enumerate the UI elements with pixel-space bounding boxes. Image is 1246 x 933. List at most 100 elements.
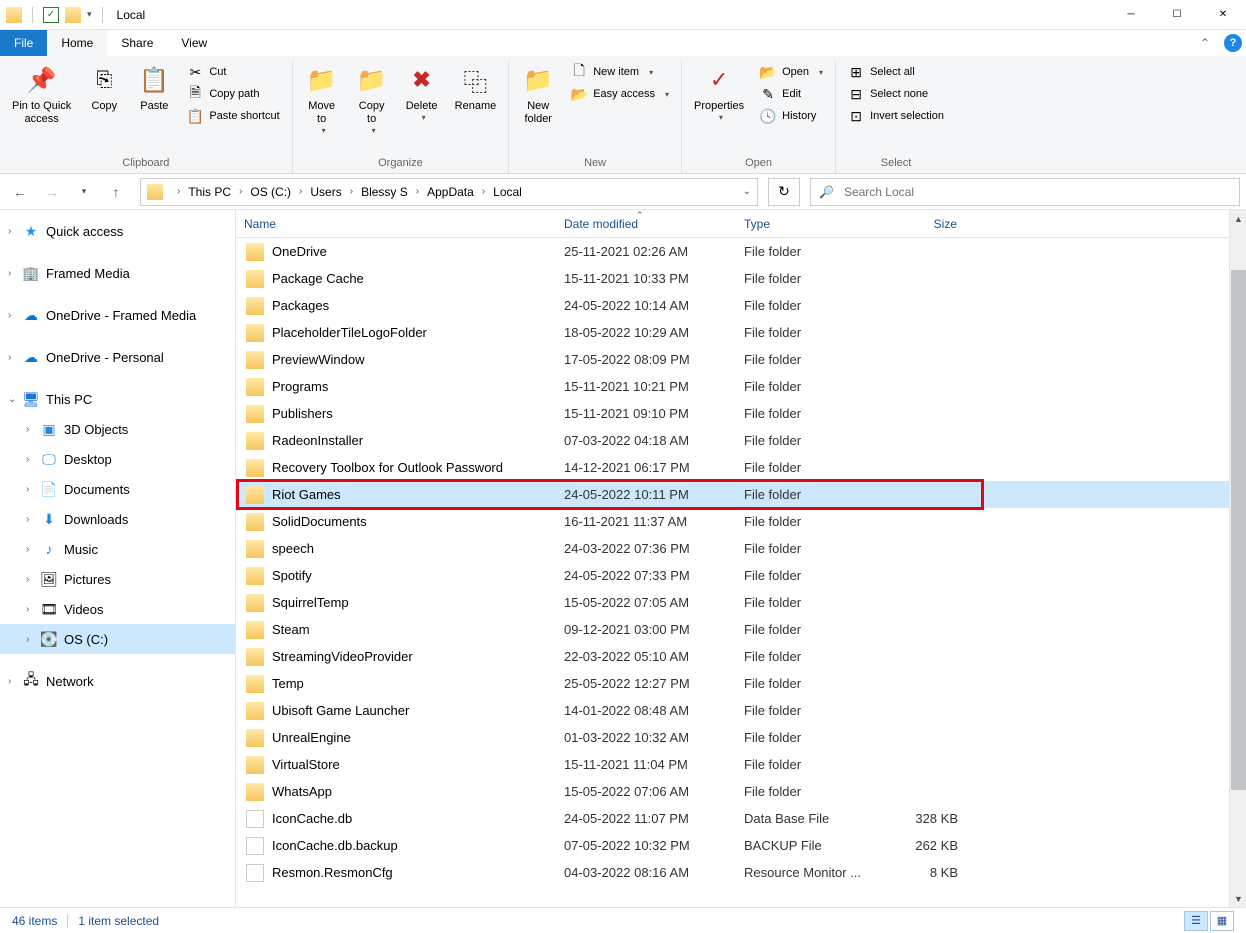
scroll-thumb[interactable] <box>1231 270 1246 790</box>
maximize-button[interactable]: ☐ <box>1154 0 1200 30</box>
copy-to-button[interactable]: Copy to <box>349 60 395 139</box>
qat-checkbox-icon[interactable]: ✓ <box>43 7 59 23</box>
breadcrumb[interactable]: Local <box>491 185 524 199</box>
table-row[interactable]: Package Cache15-11-2021 10:33 PMFile fol… <box>236 265 1229 292</box>
view-details-button[interactable]: ☰ <box>1184 911 1208 931</box>
refresh-button[interactable]: ↻ <box>768 178 800 206</box>
table-row[interactable]: Temp25-05-2022 12:27 PMFile folder <box>236 670 1229 697</box>
column-size[interactable]: Size <box>886 210 966 237</box>
close-button[interactable]: ✕ <box>1200 0 1246 30</box>
tree-pictures[interactable]: ›🖼Pictures <box>0 564 235 594</box>
tree-desktop[interactable]: ›🖵Desktop <box>0 444 235 474</box>
table-row[interactable]: VirtualStore15-11-2021 11:04 PMFile fold… <box>236 751 1229 778</box>
tree-quick-access[interactable]: ›★Quick access <box>0 216 235 246</box>
chevron-right-icon[interactable]: › <box>476 186 491 197</box>
search-input[interactable] <box>844 185 1231 199</box>
table-row[interactable]: Spotify24-05-2022 07:33 PMFile folder <box>236 562 1229 589</box>
chevron-right-icon[interactable]: › <box>171 186 186 197</box>
chevron-right-icon[interactable]: › <box>344 186 359 197</box>
chevron-right-icon[interactable]: › <box>293 186 308 197</box>
breadcrumb[interactable]: OS (C:) <box>248 185 293 199</box>
column-date[interactable]: Date modified <box>556 210 736 237</box>
move-to-button[interactable]: Move to <box>299 60 345 139</box>
table-row[interactable]: Publishers15-11-2021 09:10 PMFile folder <box>236 400 1229 427</box>
table-row[interactable]: IconCache.db24-05-2022 11:07 PMData Base… <box>236 805 1229 832</box>
vertical-scrollbar[interactable]: ▲ ▼ <box>1229 210 1246 907</box>
scroll-up-icon[interactable]: ▲ <box>1230 210 1246 227</box>
new-item-button[interactable]: New item <box>565 62 675 82</box>
table-row[interactable]: PreviewWindow17-05-2022 08:09 PMFile fol… <box>236 346 1229 373</box>
search-box[interactable]: 🔍 <box>810 178 1240 206</box>
edit-button[interactable]: Edit <box>754 84 829 104</box>
new-folder-button[interactable]: New folder <box>515 60 561 130</box>
pin-to-quick-access-button[interactable]: Pin to Quick access <box>6 60 77 130</box>
delete-button[interactable]: Delete <box>399 60 445 126</box>
breadcrumb[interactable]: Blessy S <box>359 185 410 199</box>
cut-button[interactable]: Cut <box>181 62 285 82</box>
tree-downloads[interactable]: ›⬇Downloads <box>0 504 235 534</box>
list-rows[interactable]: OneDrive25-11-2021 02:26 AMFile folderPa… <box>236 238 1229 907</box>
breadcrumb[interactable]: AppData <box>425 185 476 199</box>
table-row[interactable]: Recovery Toolbox for Outlook Password14-… <box>236 454 1229 481</box>
address-bar[interactable]: › This PC › OS (C:) › Users › Blessy S ›… <box>140 178 758 206</box>
tree-onedrive-framed[interactable]: ›☁OneDrive - Framed Media <box>0 300 235 330</box>
invert-selection-button[interactable]: Invert selection <box>842 106 950 126</box>
table-row[interactable]: SquirrelTemp15-05-2022 07:05 AMFile fold… <box>236 589 1229 616</box>
table-row[interactable]: SolidDocuments16-11-2021 11:37 AMFile fo… <box>236 508 1229 535</box>
table-row[interactable]: speech24-03-2022 07:36 PMFile folder <box>236 535 1229 562</box>
breadcrumb[interactable]: Users <box>308 185 343 199</box>
chevron-right-icon[interactable]: › <box>233 186 248 197</box>
tree-videos[interactable]: ›🎞Videos <box>0 594 235 624</box>
tree-framed-media[interactable]: ›🏢Framed Media <box>0 258 235 288</box>
tree-this-pc[interactable]: ⌄🖥This PC <box>0 384 235 414</box>
table-row[interactable]: Programs15-11-2021 10:21 PMFile folder <box>236 373 1229 400</box>
up-button[interactable]: ↑ <box>102 178 130 206</box>
tree-documents[interactable]: ›📄Documents <box>0 474 235 504</box>
table-row[interactable]: Packages24-05-2022 10:14 AMFile folder <box>236 292 1229 319</box>
table-row[interactable]: Resmon.ResmonCfg04-03-2022 08:16 AMResou… <box>236 859 1229 886</box>
open-button[interactable]: Open <box>754 62 829 82</box>
tab-view[interactable]: View <box>167 30 221 56</box>
back-button[interactable]: ← <box>6 178 34 206</box>
tree-onedrive-personal[interactable]: ›☁OneDrive - Personal <box>0 342 235 372</box>
tab-home[interactable]: Home <box>47 30 107 56</box>
tree-3d-objects[interactable]: ›▣3D Objects <box>0 414 235 444</box>
recent-dropdown[interactable]: ▾ <box>70 178 98 206</box>
table-row[interactable]: Steam09-12-2021 03:00 PMFile folder <box>236 616 1229 643</box>
table-row[interactable]: WhatsApp15-05-2022 07:06 AMFile folder <box>236 778 1229 805</box>
column-type[interactable]: Type <box>736 210 886 237</box>
tree-network[interactable]: ›🖧Network <box>0 666 235 696</box>
table-row[interactable]: Ubisoft Game Launcher14-01-2022 08:48 AM… <box>236 697 1229 724</box>
chevron-right-icon[interactable]: › <box>410 186 425 197</box>
help-button[interactable]: ? <box>1220 30 1246 56</box>
navigation-tree[interactable]: ›★Quick access ›🏢Framed Media ›☁OneDrive… <box>0 210 236 907</box>
minimize-button[interactable]: ─ <box>1108 0 1154 30</box>
tab-file[interactable]: File <box>0 30 47 56</box>
column-name[interactable]: Name <box>236 210 556 237</box>
table-row[interactable]: OneDrive25-11-2021 02:26 AMFile folder <box>236 238 1229 265</box>
tree-music[interactable]: ›♪Music <box>0 534 235 564</box>
table-row[interactable]: Riot Games24-05-2022 10:11 PMFile folder <box>236 481 1229 508</box>
table-row[interactable]: UnrealEngine01-03-2022 10:32 AMFile fold… <box>236 724 1229 751</box>
forward-button[interactable]: → <box>38 178 66 206</box>
select-none-button[interactable]: Select none <box>842 84 950 104</box>
history-button[interactable]: History <box>754 106 829 126</box>
qat-dropdown-icon[interactable] <box>65 7 81 23</box>
paste-button[interactable]: Paste <box>131 60 177 117</box>
tree-os-c[interactable]: ›💽OS (C:) <box>0 624 235 654</box>
breadcrumb[interactable]: This PC <box>186 185 233 199</box>
paste-shortcut-button[interactable]: Paste shortcut <box>181 106 285 126</box>
tab-share[interactable]: Share <box>107 30 167 56</box>
properties-button[interactable]: Properties <box>688 60 750 126</box>
view-large-button[interactable]: ▦ <box>1210 911 1234 931</box>
copy-path-button[interactable]: Copy path <box>181 84 285 104</box>
easy-access-button[interactable]: Easy access <box>565 84 675 104</box>
table-row[interactable]: RadeonInstaller07-03-2022 04:18 AMFile f… <box>236 427 1229 454</box>
select-all-button[interactable]: Select all <box>842 62 950 82</box>
collapse-ribbon-icon[interactable]: ⌃ <box>1190 30 1220 56</box>
copy-button[interactable]: Copy <box>81 60 127 117</box>
chevron-down-icon[interactable]: ⌄ <box>743 186 751 197</box>
chevron-down-icon[interactable]: ▾ <box>87 9 92 20</box>
table-row[interactable]: StreamingVideoProvider22-03-2022 05:10 A… <box>236 643 1229 670</box>
table-row[interactable]: PlaceholderTileLogoFolder18-05-2022 10:2… <box>236 319 1229 346</box>
